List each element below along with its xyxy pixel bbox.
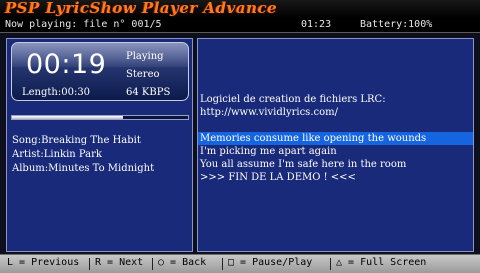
bitrate: 64 KBPS — [126, 87, 171, 98]
full-screen-hint: △ = Full Screen — [336, 257, 427, 268]
separator — [89, 258, 90, 270]
previous-hint: L = Previous — [7, 257, 80, 268]
album-name: Album:Minutes To Midnight — [12, 163, 155, 174]
lyric-line: Logiciel de creation de fichiers LRC: — [200, 94, 386, 105]
app-title: PSP LyricShow Player Advance — [5, 0, 278, 17]
artist-name: Artist:Linkin Park — [12, 149, 102, 160]
controls-bar: L = Previous R = Next ○ = Back □ = Pause… — [0, 254, 480, 273]
lyrics-panel: Logiciel de creation de fichiers LRC: htt… — [197, 38, 474, 252]
progress-fill — [12, 116, 123, 119]
progress-bar[interactable] — [11, 115, 189, 120]
lyric-line — [198, 119, 473, 132]
next-hint: R = Next — [95, 257, 144, 268]
lyric-line: You all assume I'm safe here in the room — [200, 159, 407, 170]
separator — [152, 258, 153, 270]
separator — [222, 258, 223, 270]
clock: 01:23 — [301, 19, 332, 30]
player-info-panel: 00:19 Playing Stereo Length:00:30 64 KBP… — [6, 38, 193, 252]
pause-play-hint: □ = Pause/Play — [228, 257, 313, 268]
play-state: Playing — [126, 51, 164, 62]
elapsed-time: 00:19 — [26, 49, 107, 80]
channel-mode: Stereo — [126, 69, 160, 80]
timer-display: 00:19 Playing Stereo Length:00:30 64 KBP… — [11, 42, 189, 101]
track-length: Length:00:30 — [22, 87, 91, 98]
separator — [330, 258, 331, 270]
now-playing-label: Now playing: file n° 001/5 — [5, 19, 162, 30]
title-bar: PSP LyricShow Player Advance — [0, 0, 480, 18]
lyric-line: http://www.vividlyrics.com/ — [200, 107, 338, 118]
status-bar: Now playing: file n° 001/5 01:23 Battery… — [0, 18, 480, 33]
song-title: Song:Breaking The Habit — [12, 135, 141, 146]
lyric-line: >>> FIN DE LA DEMO ! <<< — [200, 172, 356, 183]
lyric-line-current: Memories consume like opening the wounds — [198, 132, 473, 145]
back-hint: ○ = Back — [158, 257, 207, 268]
lyric-line: I'm picking me apart again — [200, 146, 337, 157]
battery-status: Battery:100% — [360, 19, 433, 30]
